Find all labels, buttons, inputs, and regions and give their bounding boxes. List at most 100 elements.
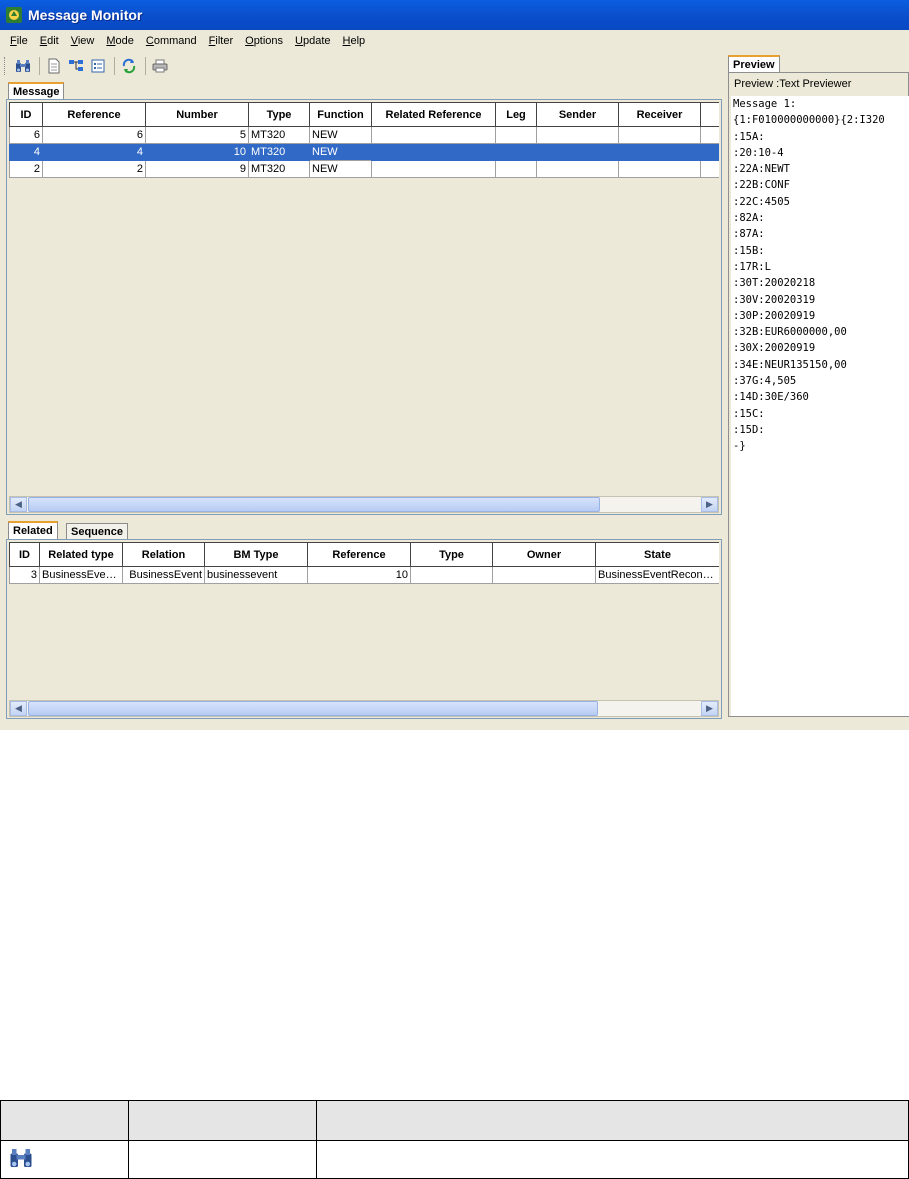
tab-related[interactable]: Related (8, 521, 58, 539)
chevron-left-icon: ◀ (15, 703, 22, 714)
scroll-thumb[interactable] (28, 497, 600, 512)
cell-function[interactable]: NEW (309, 143, 372, 161)
title-bar[interactable]: Message Monitor (0, 0, 909, 30)
cell-related-reference[interactable] (371, 143, 496, 161)
column-header-id[interactable]: ID (9, 542, 40, 567)
cell-related-reference[interactable] (371, 160, 496, 178)
cell-related-reference[interactable] (371, 126, 496, 144)
column-header-state[interactable]: State (595, 542, 719, 567)
menu-command[interactable]: Command (140, 33, 203, 49)
document-button[interactable] (44, 56, 64, 76)
cell-sender[interactable] (536, 143, 619, 161)
legend-header-description (315, 1100, 909, 1141)
cell-id[interactable]: 6 (9, 126, 43, 144)
cell-type[interactable]: MT320 (248, 160, 310, 178)
refresh-button[interactable] (119, 56, 139, 76)
column-header-id[interactable]: ID (9, 102, 43, 127)
scroll-left-button[interactable]: ◀ (10, 497, 27, 512)
tab-message[interactable]: Message (8, 82, 65, 100)
preview-line: :30X:20020919 (733, 342, 816, 355)
message-horizontal-scrollbar[interactable]: ◀ ▶ (9, 496, 719, 513)
tree-button[interactable] (66, 56, 86, 76)
cell-relation[interactable]: BusinessEvent (122, 566, 205, 584)
cell-extra[interactable] (700, 126, 719, 144)
cell-function[interactable]: NEW (309, 160, 372, 178)
menu-view[interactable]: View (65, 33, 101, 49)
column-header-sender[interactable]: Sender (536, 102, 619, 127)
column-header-leg[interactable]: Leg (495, 102, 537, 127)
column-header-number[interactable]: Number (145, 102, 249, 127)
preview-text-area[interactable]: Message 1: {1:F010000000000}{2:I320:15A::… (731, 96, 909, 716)
table-row-selected[interactable]: 4 4 10 MT320 NEW (9, 143, 719, 161)
cell-sender[interactable] (536, 160, 619, 178)
scroll-left-button[interactable]: ◀ (10, 701, 27, 716)
print-button[interactable] (150, 56, 170, 76)
cell-id[interactable]: 2 (9, 160, 43, 178)
cell-id[interactable]: 4 (9, 143, 43, 161)
cell-reference[interactable]: 6 (42, 126, 146, 144)
cell-leg[interactable] (495, 126, 537, 144)
cell-function[interactable]: NEW (309, 126, 372, 144)
cell-leg[interactable] (495, 143, 537, 161)
cell-state[interactable]: BusinessEventReconc... (595, 566, 719, 584)
toolbar-grip[interactable] (4, 57, 7, 75)
column-header-related-type[interactable]: Related type (39, 542, 123, 567)
tab-preview[interactable]: Preview (728, 55, 780, 73)
menu-options[interactable]: Options (239, 33, 289, 49)
menu-file[interactable]: File (4, 33, 34, 49)
menu-edit[interactable]: Edit (34, 33, 65, 49)
cell-sender[interactable] (536, 126, 619, 144)
table-row[interactable]: 2 2 9 MT320 NEW (9, 160, 719, 178)
column-header-relation[interactable]: Relation (122, 542, 205, 567)
cell-reference[interactable]: 10 (307, 566, 411, 584)
cell-extra[interactable] (700, 160, 719, 178)
cell-receiver[interactable] (618, 126, 701, 144)
column-header-extra[interactable] (700, 102, 719, 127)
cell-receiver[interactable] (618, 160, 701, 178)
menu-update[interactable]: Update (289, 33, 336, 49)
cell-reference[interactable]: 2 (42, 160, 146, 178)
scroll-right-button[interactable]: ▶ (701, 497, 718, 512)
menu-filter[interactable]: Filter (203, 33, 239, 49)
tab-sequence[interactable]: Sequence (66, 523, 128, 539)
legend-description-cell (315, 1140, 909, 1179)
cell-related-type[interactable]: BusinessEven... (39, 566, 123, 584)
cell-type[interactable]: MT320 (248, 126, 310, 144)
preview-line: :15D: (733, 423, 765, 436)
column-header-receiver[interactable]: Receiver (618, 102, 701, 127)
cell-id[interactable]: 3 (9, 566, 40, 584)
cell-owner[interactable] (492, 566, 596, 584)
column-header-bm-type[interactable]: BM Type (204, 542, 308, 567)
cell-leg[interactable] (495, 160, 537, 178)
table-row[interactable]: 6 6 5 MT320 NEW (9, 126, 719, 144)
cell-type[interactable] (410, 566, 493, 584)
document-icon (48, 58, 60, 74)
menu-mode[interactable]: Mode (100, 33, 140, 49)
column-header-related-reference[interactable]: Related Reference (371, 102, 496, 127)
scroll-thumb[interactable] (28, 701, 598, 716)
menu-help[interactable]: Help (337, 33, 372, 49)
related-horizontal-scrollbar[interactable]: ◀ ▶ (9, 700, 719, 717)
message-monitor-window: Message Monitor File Edit View Mode Comm… (0, 0, 909, 730)
column-header-reference[interactable]: Reference (42, 102, 146, 127)
binoculars-icon (16, 60, 30, 72)
cell-number[interactable]: 5 (145, 126, 249, 144)
column-header-function[interactable]: Function (309, 102, 372, 127)
cell-reference[interactable]: 4 (42, 143, 146, 161)
column-header-type[interactable]: Type (248, 102, 310, 127)
cell-extra[interactable] (700, 143, 719, 161)
column-header-owner[interactable]: Owner (492, 542, 596, 567)
cell-receiver[interactable] (618, 143, 701, 161)
cell-number[interactable]: 10 (145, 143, 249, 161)
cell-bm-type[interactable]: businessevent (204, 566, 308, 584)
column-header-type[interactable]: Type (410, 542, 493, 567)
preview-line: -} (733, 440, 746, 453)
cell-number[interactable]: 9 (145, 160, 249, 178)
cell-type[interactable]: MT320 (248, 143, 310, 161)
column-header-reference[interactable]: Reference (307, 542, 411, 567)
list-icon (91, 59, 105, 73)
scroll-right-button[interactable]: ▶ (701, 701, 718, 716)
list-button[interactable] (88, 56, 108, 76)
table-row[interactable]: 3 BusinessEven... BusinessEvent business… (9, 566, 719, 584)
find-button[interactable] (13, 56, 33, 76)
